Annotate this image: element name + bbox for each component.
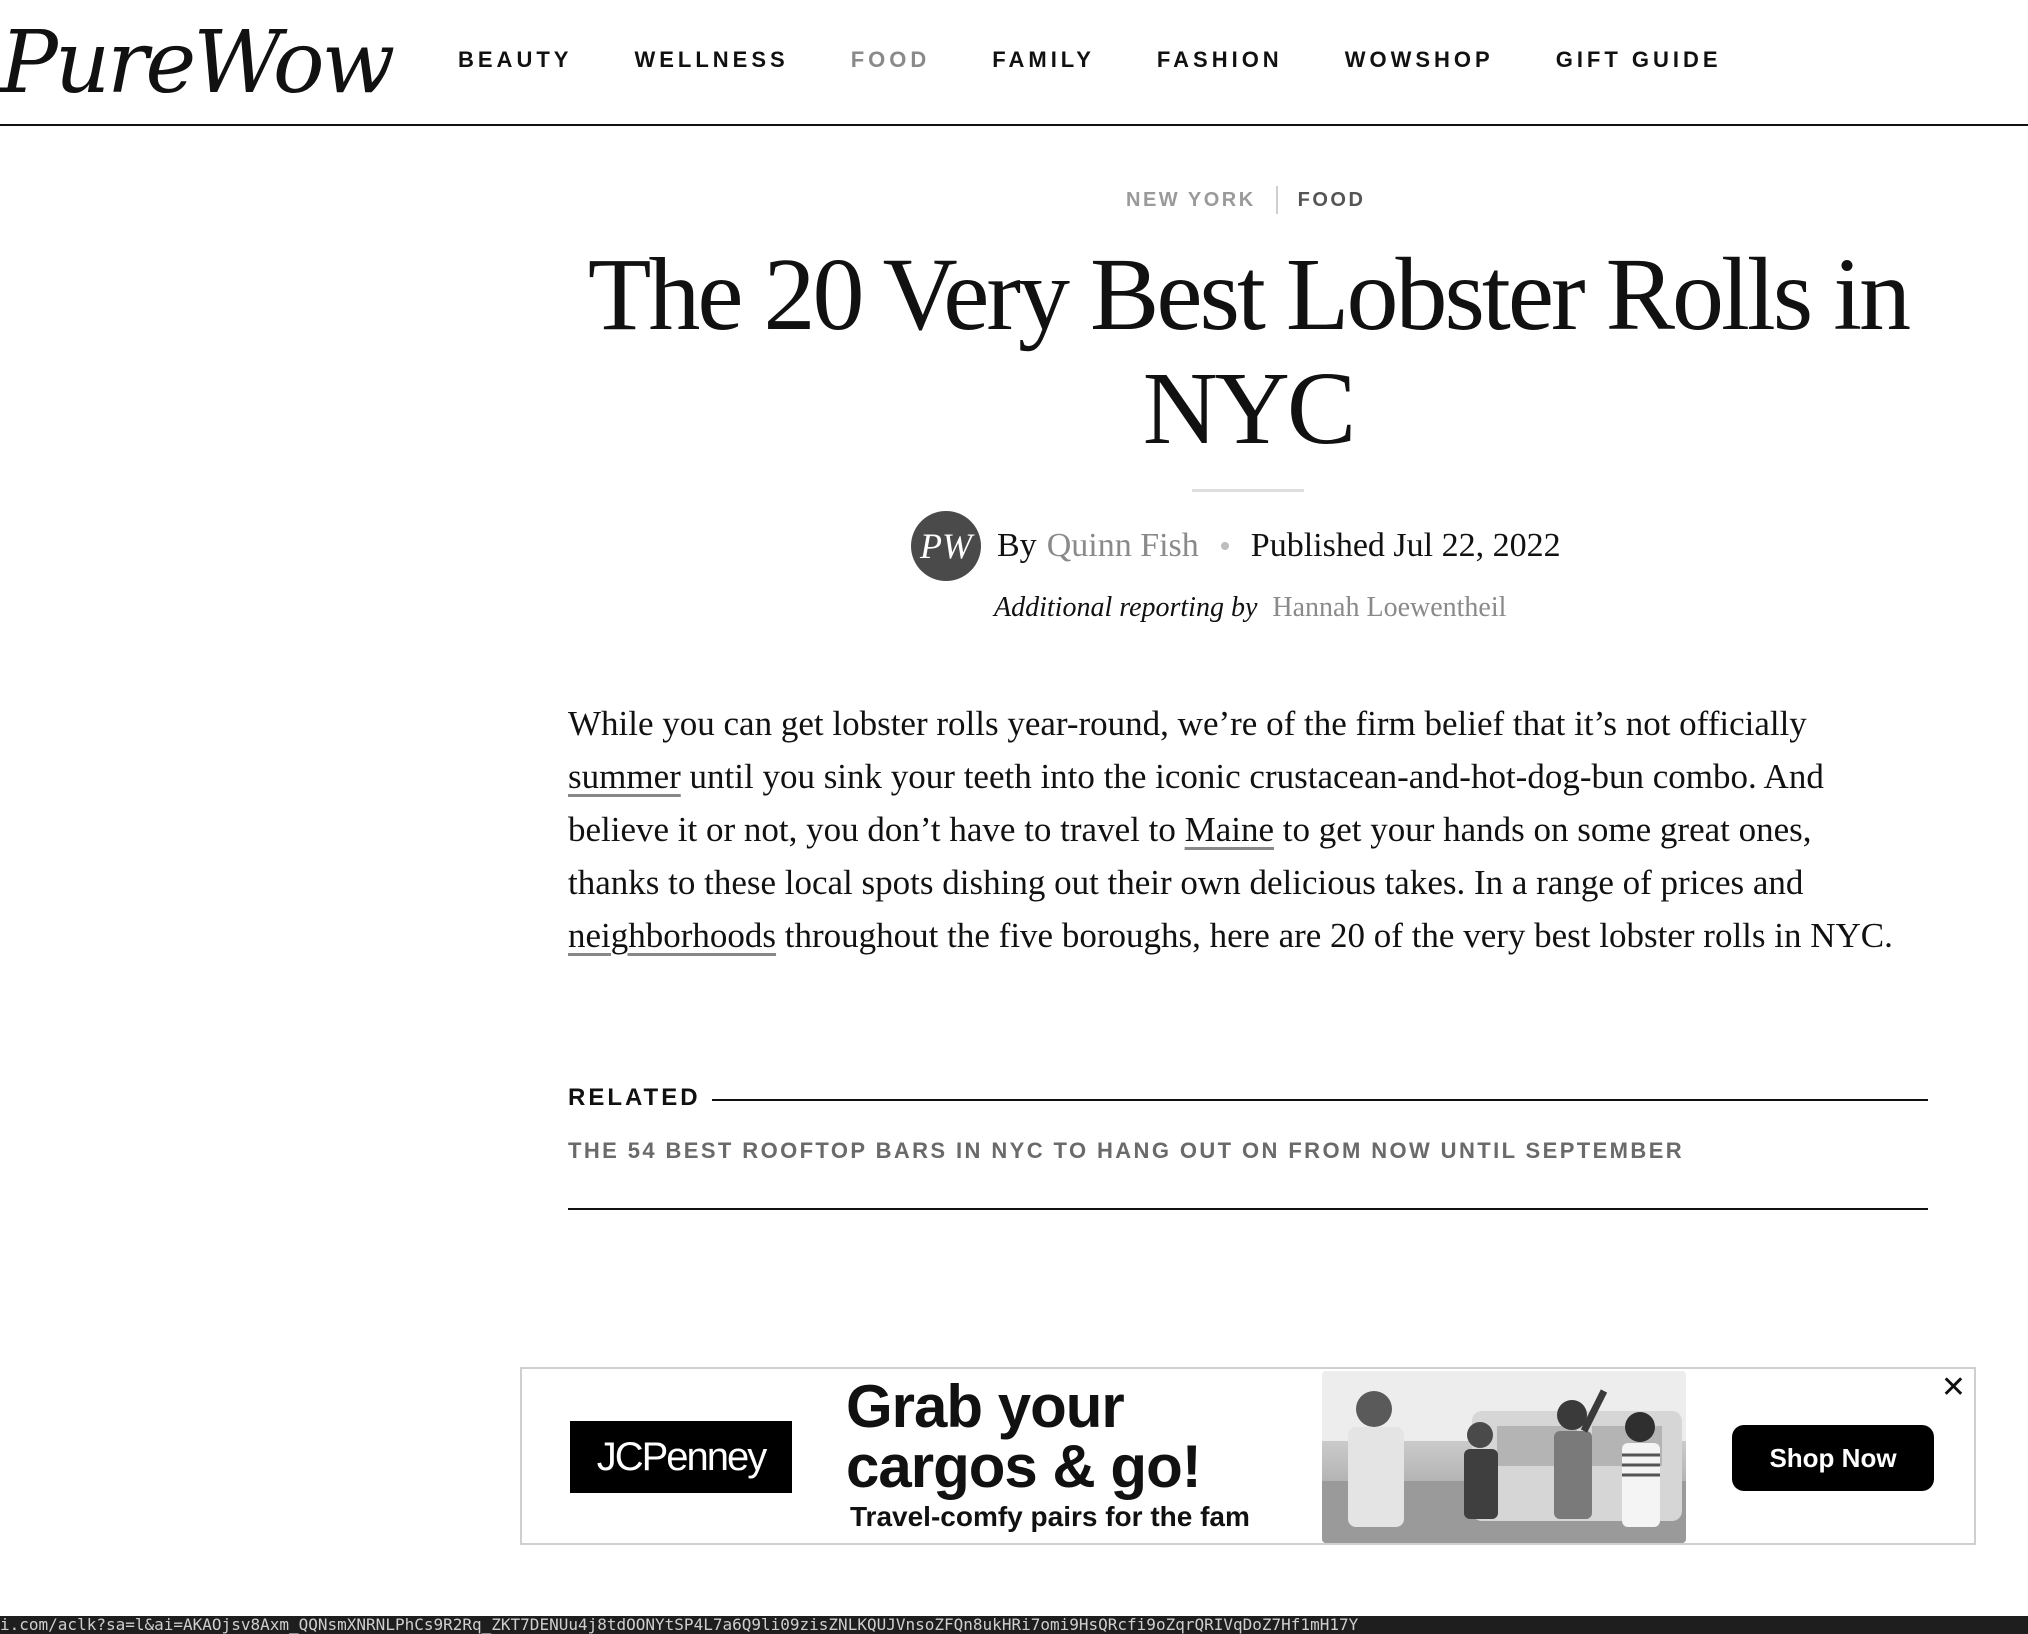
nav-item-wowshop[interactable]: WOWSHOP (1345, 44, 1494, 76)
shop-now-button[interactable]: Shop Now (1732, 1425, 1934, 1491)
article-intro: While you can get lobster rolls year-rou… (568, 697, 1908, 962)
main-nav: BEAUTY WELLNESS FOOD FAMILY FASHION WOWS… (458, 44, 1722, 76)
intro-text-4: throughout the five boroughs, here are 2… (776, 916, 1893, 955)
breadcrumb-divider (1275, 186, 1278, 214)
byline-by: By (997, 527, 1037, 564)
related-article-link[interactable]: THE 54 BEST ROOFTOP BARS IN NYC TO HANG … (568, 1138, 1684, 1164)
byline-dot (1220, 542, 1229, 550)
title-divider (1192, 489, 1304, 492)
ad-headline-line-1: Grab your (846, 1373, 1125, 1440)
published-date: Published Jul 22, 2022 (1250, 527, 1561, 564)
nav-item-beauty[interactable]: BEAUTY (458, 44, 572, 76)
breadcrumb-location[interactable]: NEW YORK (1126, 189, 1256, 212)
article-title: The 20 Very Best Lobster Rolls in NYC (587, 237, 1911, 466)
author-link[interactable]: Quinn Fish (1047, 527, 1199, 565)
related-divider (712, 1099, 1928, 1101)
ad-banner[interactable]: ✕ JCPenney Grab your cargos & go! Travel… (520, 1367, 1976, 1545)
nav-item-gift-guide[interactable]: GIFT GUIDE (1556, 44, 1722, 76)
ad-headline: Grab your cargos & go! (846, 1377, 1306, 1497)
nav-item-food[interactable]: FOOD (851, 44, 931, 76)
related-label: RELATED (568, 1084, 701, 1111)
purewow-logo[interactable]: PureWow (0, 8, 395, 118)
ad-family-photo (1322, 1371, 1686, 1543)
additional-reporting: Additional reporting by Hannah Loewenthe… (994, 592, 1506, 624)
breadcrumb: NEW YORK FOOD (1126, 186, 1365, 214)
byline: PW By Quinn Fish Published Jul 22, 2022 (911, 510, 1561, 582)
intro-text-1: While you can get lobster rolls year-rou… (568, 704, 1807, 743)
summer-link[interactable]: summer (568, 757, 681, 796)
neighborhoods-link[interactable]: neighborhoods (568, 916, 776, 955)
jcpenney-logo: JCPenney (570, 1421, 792, 1493)
nav-item-wellness[interactable]: WELLNESS (634, 44, 788, 76)
browser-status-bar: i.com/aclk?sa=l&ai=AKAOjsv8Axm_QQNsmXNRN… (0, 1616, 2028, 1634)
nav-item-family[interactable]: FAMILY (992, 44, 1095, 76)
ad-subline: Travel-comfy pairs for the fam (850, 1501, 1250, 1532)
close-icon[interactable]: ✕ (1941, 1371, 1966, 1405)
author-avatar: PW (911, 511, 981, 581)
site-header: PureWow BEAUTY WELLNESS FOOD FAMILY FASH… (0, 0, 2028, 126)
ad-headline-line-2: cargos & go! (846, 1433, 1202, 1500)
additional-reporter-link[interactable]: Hannah Loewentheil (1272, 592, 1506, 623)
breadcrumb-section[interactable]: FOOD (1298, 189, 1366, 212)
related-bottom-divider (568, 1208, 1928, 1210)
family-photo-illustration (1322, 1371, 1686, 1543)
maine-link[interactable]: Maine (1185, 810, 1274, 849)
nav-item-fashion[interactable]: FASHION (1157, 44, 1283, 76)
additional-reporting-label: Additional reporting by (994, 592, 1258, 623)
